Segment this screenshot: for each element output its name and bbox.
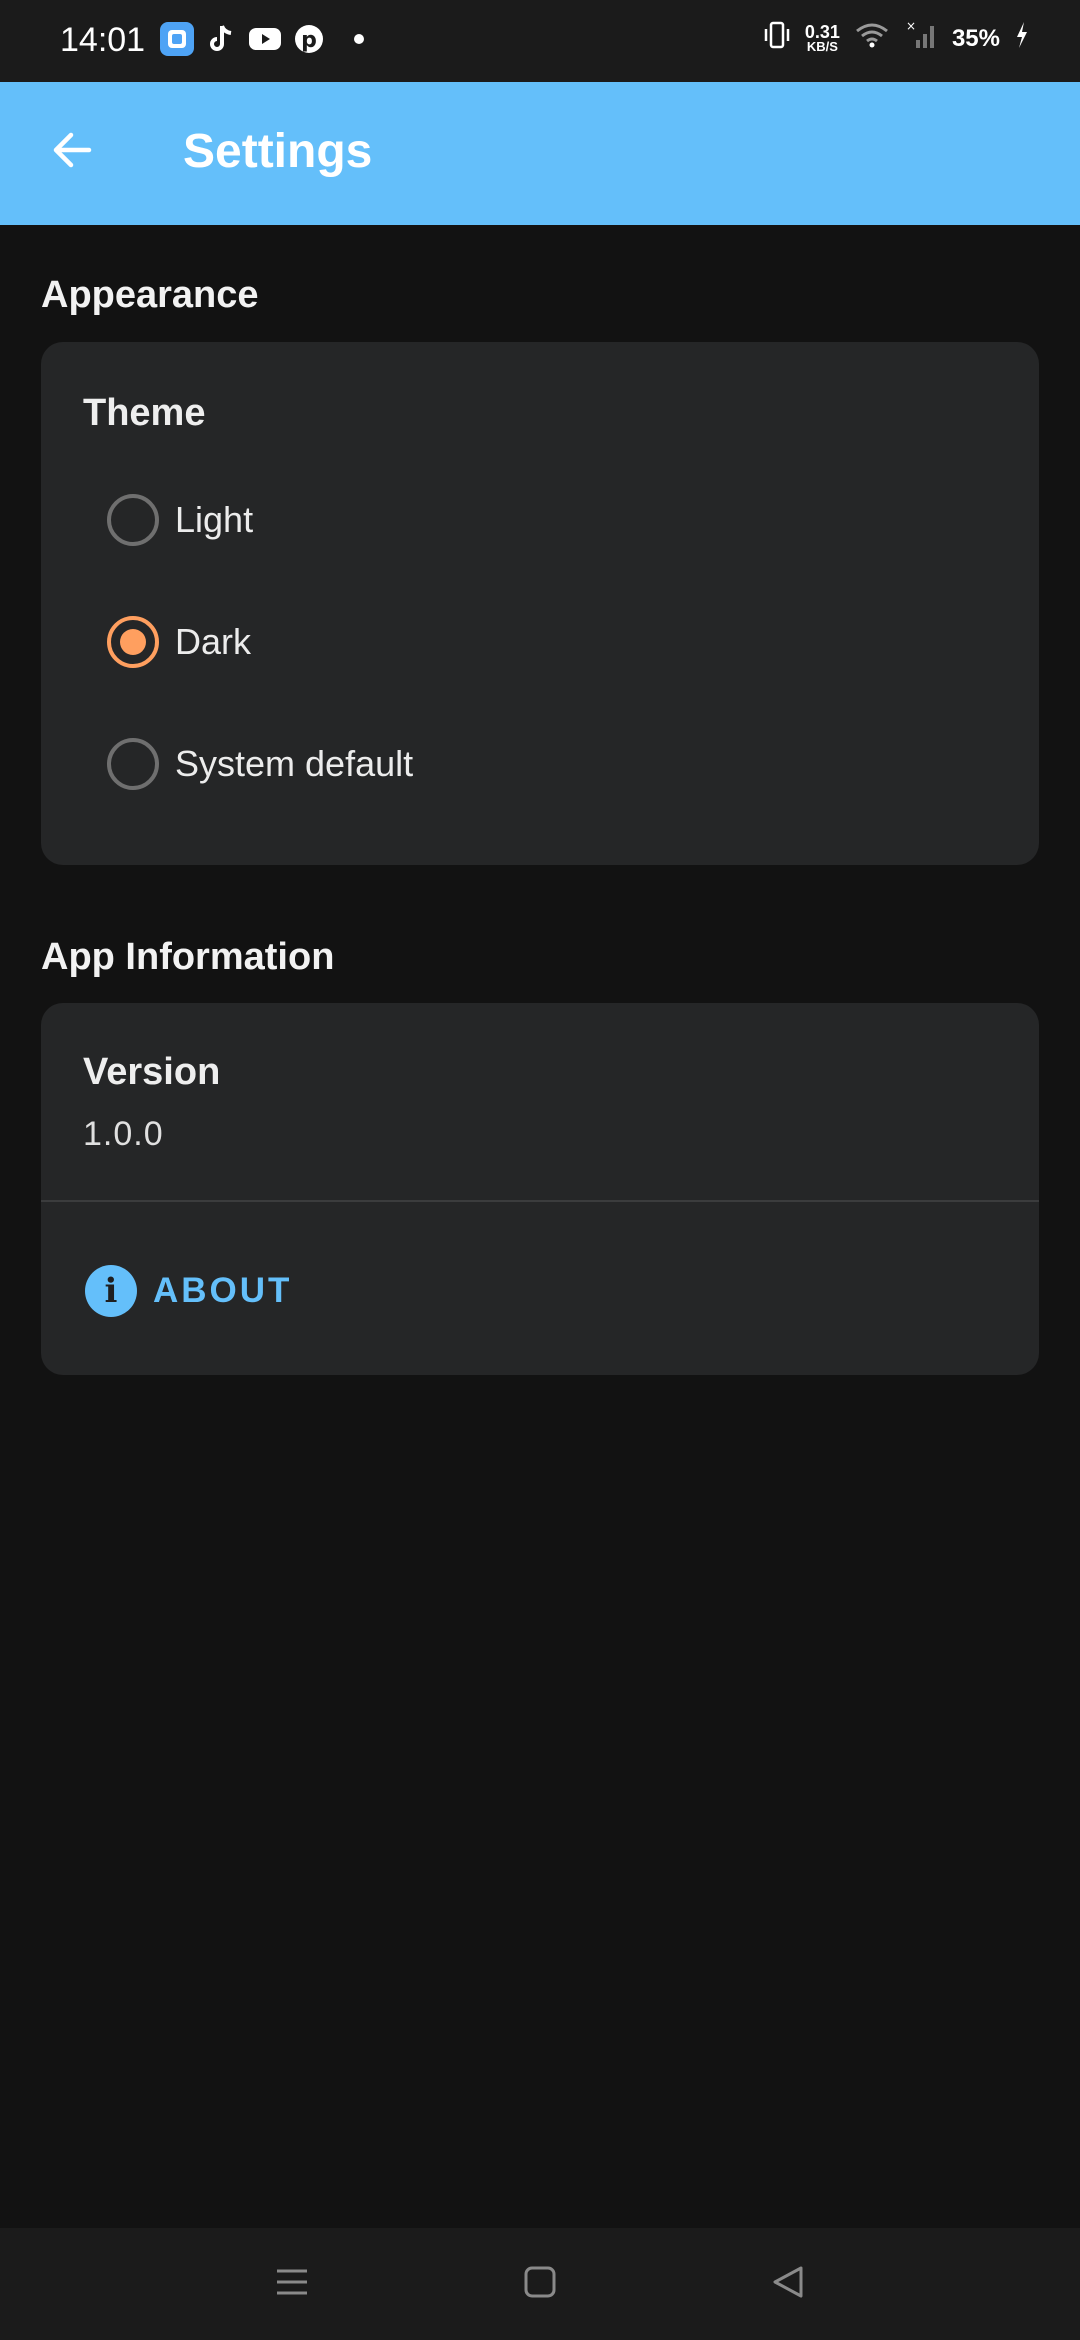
radio-system-default[interactable] [107, 738, 159, 790]
svg-text:p: p [301, 28, 317, 53]
info-icon: i [85, 1265, 137, 1317]
charging-icon [1014, 20, 1030, 57]
app-information-section-title: App Information [41, 936, 335, 978]
vibrate-icon [763, 20, 791, 57]
system-back-button[interactable] [758, 2254, 818, 2314]
back-triangle-icon [768, 2262, 808, 2307]
home-icon [520, 2262, 560, 2307]
theme-heading: Theme [83, 392, 206, 434]
top-app-bar: Settings [0, 82, 1080, 225]
menu-icon [272, 2262, 312, 2307]
app-icon [160, 22, 194, 56]
radio-dark-selected[interactable] [107, 616, 159, 668]
pinterest-icon: p [292, 22, 326, 56]
version-heading: Version [83, 1051, 221, 1093]
about-label: ABOUT [153, 1271, 293, 1310]
youtube-icon [248, 22, 282, 56]
system-navigation-bar [0, 2228, 1080, 2340]
theme-option-system-default[interactable]: System default [71, 714, 671, 814]
arrow-back-icon [49, 127, 95, 178]
more-notifications-dot [354, 34, 364, 44]
status-indicators: 0.31 KB/S × 35% [763, 19, 1030, 57]
theme-option-label: System default [175, 743, 414, 784]
theme-option-dark[interactable]: Dark [71, 592, 671, 692]
tiktok-icon [204, 22, 238, 56]
status-bar: 14:01 p 0.31 KB/S × 35% [0, 0, 1080, 82]
status-time: 14:01 [60, 21, 146, 59]
appearance-card: Theme Light Dark System default [41, 342, 1039, 865]
version-value: 1.0.0 [83, 1115, 164, 1153]
appearance-section-title: Appearance [41, 274, 259, 316]
network-speed-unit: KB/S [806, 38, 838, 54]
page-title: Settings [183, 125, 373, 178]
back-button[interactable] [32, 112, 112, 192]
theme-option-label: Light [175, 499, 254, 540]
network-speed-value: 0.31 [804, 21, 840, 42]
screen: 14:01 p 0.31 KB/S × 35% Settings Appeara… [0, 0, 1080, 2340]
about-button[interactable]: i ABOUT [71, 1241, 312, 1341]
no-signal-icon: × [904, 19, 938, 57]
recent-apps-button[interactable] [262, 2254, 322, 2314]
app-information-card: Version 1.0.0 i ABOUT [41, 1003, 1039, 1375]
theme-option-label: Dark [175, 621, 252, 662]
card-divider [41, 1200, 1039, 1202]
theme-option-light[interactable]: Light [71, 470, 671, 570]
notification-icons: p [160, 22, 364, 56]
battery-level: 35% [951, 24, 1000, 52]
home-button[interactable] [510, 2254, 570, 2314]
wifi-icon [854, 21, 890, 56]
network-speed: 0.31 KB/S [804, 21, 840, 54]
svg-text:×: × [906, 20, 916, 33]
radio-light[interactable] [107, 494, 159, 546]
